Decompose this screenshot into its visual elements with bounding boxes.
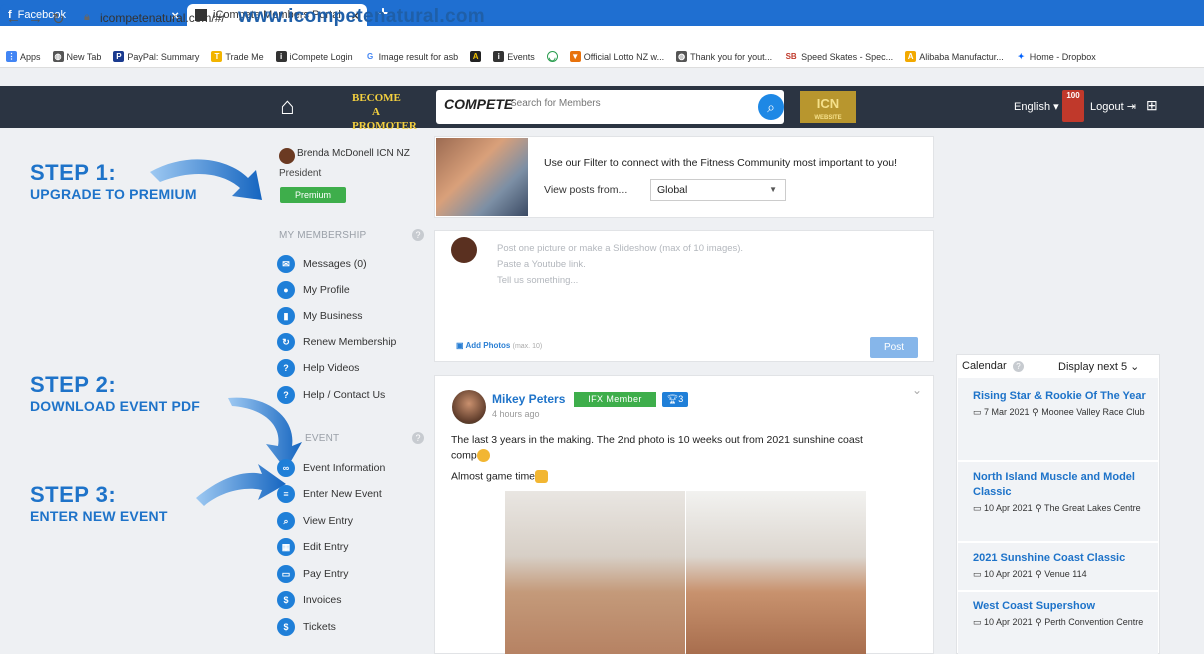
post-photo-2[interactable] xyxy=(686,491,866,654)
post-button[interactable]: Post xyxy=(870,337,918,358)
member-badge: IFX Member xyxy=(574,392,656,407)
question-icon: ? xyxy=(277,359,295,377)
arrow-step-3-icon xyxy=(196,464,286,506)
calendar-event[interactable]: West Coast Supershow ▭ 10 Apr 2021 ⚲ Per… xyxy=(973,599,1149,629)
grimace-emoji-icon xyxy=(476,449,490,462)
post-author-avatar[interactable] xyxy=(452,390,486,424)
composer-hint-2: Paste a Youtube link. xyxy=(497,259,586,270)
chart-icon: ▮ xyxy=(277,307,295,325)
post-text-line-2: comp xyxy=(451,449,490,462)
arrow-step-1-icon xyxy=(150,159,262,200)
calendar-separator xyxy=(958,590,1158,592)
help-icon[interactable]: ? xyxy=(1013,361,1024,372)
renew-icon: ↻ xyxy=(277,333,295,351)
help-icon[interactable]: ? xyxy=(412,229,424,241)
calendar-title: Calendar xyxy=(962,360,1007,372)
premium-badge[interactable]: Premium xyxy=(280,187,346,203)
filter-banner-image xyxy=(436,138,528,216)
trophy-icon: 🏆︎ xyxy=(666,394,679,404)
dollar-icon: $ xyxy=(277,591,295,609)
calendar-icon: ▭ xyxy=(973,617,982,627)
sidebar-item-my-profile[interactable]: ● My Profile xyxy=(277,281,350,299)
map-pin-icon: ⚲ xyxy=(1035,569,1042,579)
calendar-icon: ▦ xyxy=(277,538,295,556)
profile-role: President xyxy=(279,168,322,179)
profile-name[interactable]: Brenda McDonell ICN NZ xyxy=(297,148,410,159)
form-icon: ≡ xyxy=(277,485,295,503)
trophy-badge: 🏆︎3 xyxy=(662,392,688,407)
map-pin-icon: ⚲ xyxy=(1035,617,1042,627)
link-icon: ∞ xyxy=(277,459,295,477)
display-next-dropdown[interactable]: Display next 5 ⌄ xyxy=(1058,360,1139,373)
profile-avatar[interactable] xyxy=(279,148,295,164)
calendar-event[interactable]: North Island Muscle and Model Classic ▭ … xyxy=(973,470,1149,515)
calendar-separator xyxy=(958,460,1158,462)
calendar-separator xyxy=(958,541,1158,543)
sidebar-item-tickets[interactable]: $ Tickets xyxy=(277,618,336,636)
help-icon[interactable]: ? xyxy=(412,432,424,444)
view-posts-label: View posts from... xyxy=(544,184,628,196)
sidebar-item-help-contact[interactable]: ? Help / Contact Us xyxy=(277,386,385,404)
image-icon: ▣ xyxy=(456,341,464,350)
chevron-down-icon: ▼ xyxy=(769,185,777,194)
question-icon: ? xyxy=(277,386,295,404)
add-photos-button[interactable]: ▣ Add Photos (max. 10) xyxy=(456,341,542,350)
event-section-label: EVENT xyxy=(305,433,340,444)
post-timestamp: 4 hours ago xyxy=(492,409,540,419)
post-text-line-3: Almost game time xyxy=(451,470,549,483)
post-text-line-1: The last 3 years in the making. The 2nd … xyxy=(451,434,863,446)
post-photo-1[interactable] xyxy=(505,491,685,654)
user-icon: ● xyxy=(277,281,295,299)
calendar-icon: ▭ xyxy=(973,503,982,513)
sidebar-item-view-entry[interactable]: ⌕ View Entry xyxy=(277,512,353,530)
composer-avatar xyxy=(451,237,477,263)
sidebar-item-invoices[interactable]: $ Invoices xyxy=(277,591,342,609)
calendar-icon: ▭ xyxy=(973,407,982,417)
map-pin-icon: ⚲ xyxy=(1035,503,1042,513)
calendar-event[interactable]: 2021 Sunshine Coast Classic ▭ 10 Apr 202… xyxy=(973,551,1149,581)
chevron-down-icon[interactable]: ⌄ xyxy=(912,383,922,397)
messenger-icon: ✉ xyxy=(277,255,295,273)
calendar-icon: ▭ xyxy=(973,569,982,579)
search-icon: ⌕ xyxy=(277,512,295,530)
dollar-icon: $ xyxy=(277,618,295,636)
flexed-bicep-emoji-icon xyxy=(535,470,549,483)
sidebar-item-messages[interactable]: ✉ Messages (0) xyxy=(277,255,367,273)
chevron-down-icon: ⌄ xyxy=(1130,361,1140,373)
sidebar-item-pay-entry[interactable]: ▭ Pay Entry xyxy=(277,565,349,583)
sidebar-item-renew-membership[interactable]: ↻ Renew Membership xyxy=(277,333,396,351)
sidebar-item-help-videos[interactable]: ? Help Videos xyxy=(277,359,359,377)
composer-hint-3: Tell us something... xyxy=(497,275,579,286)
sidebar-item-edit-entry[interactable]: ▦ Edit Entry xyxy=(277,538,349,556)
membership-section-label: MY MEMBERSHIP xyxy=(279,230,367,241)
calendar-event[interactable]: Rising Star & Rookie Of The Year ▭ 7 Mar… xyxy=(973,389,1149,419)
filter-text: Use our Filter to connect with the Fitne… xyxy=(544,157,898,169)
sidebar-item-my-business[interactable]: ▮ My Business xyxy=(277,307,363,325)
post-author-name[interactable]: Mikey Peters xyxy=(492,392,565,406)
composer-hint-1: Post one picture or make a Slideshow (ma… xyxy=(497,243,744,254)
sidebar-item-enter-new-event[interactable]: ≡ Enter New Event xyxy=(277,485,382,503)
map-pin-icon: ⚲ xyxy=(1032,407,1039,417)
sidebar-item-event-information[interactable]: ∞ Event Information xyxy=(277,459,385,477)
view-posts-select[interactable]: Global ▼ xyxy=(650,179,786,201)
card-icon: ▭ xyxy=(277,565,295,583)
